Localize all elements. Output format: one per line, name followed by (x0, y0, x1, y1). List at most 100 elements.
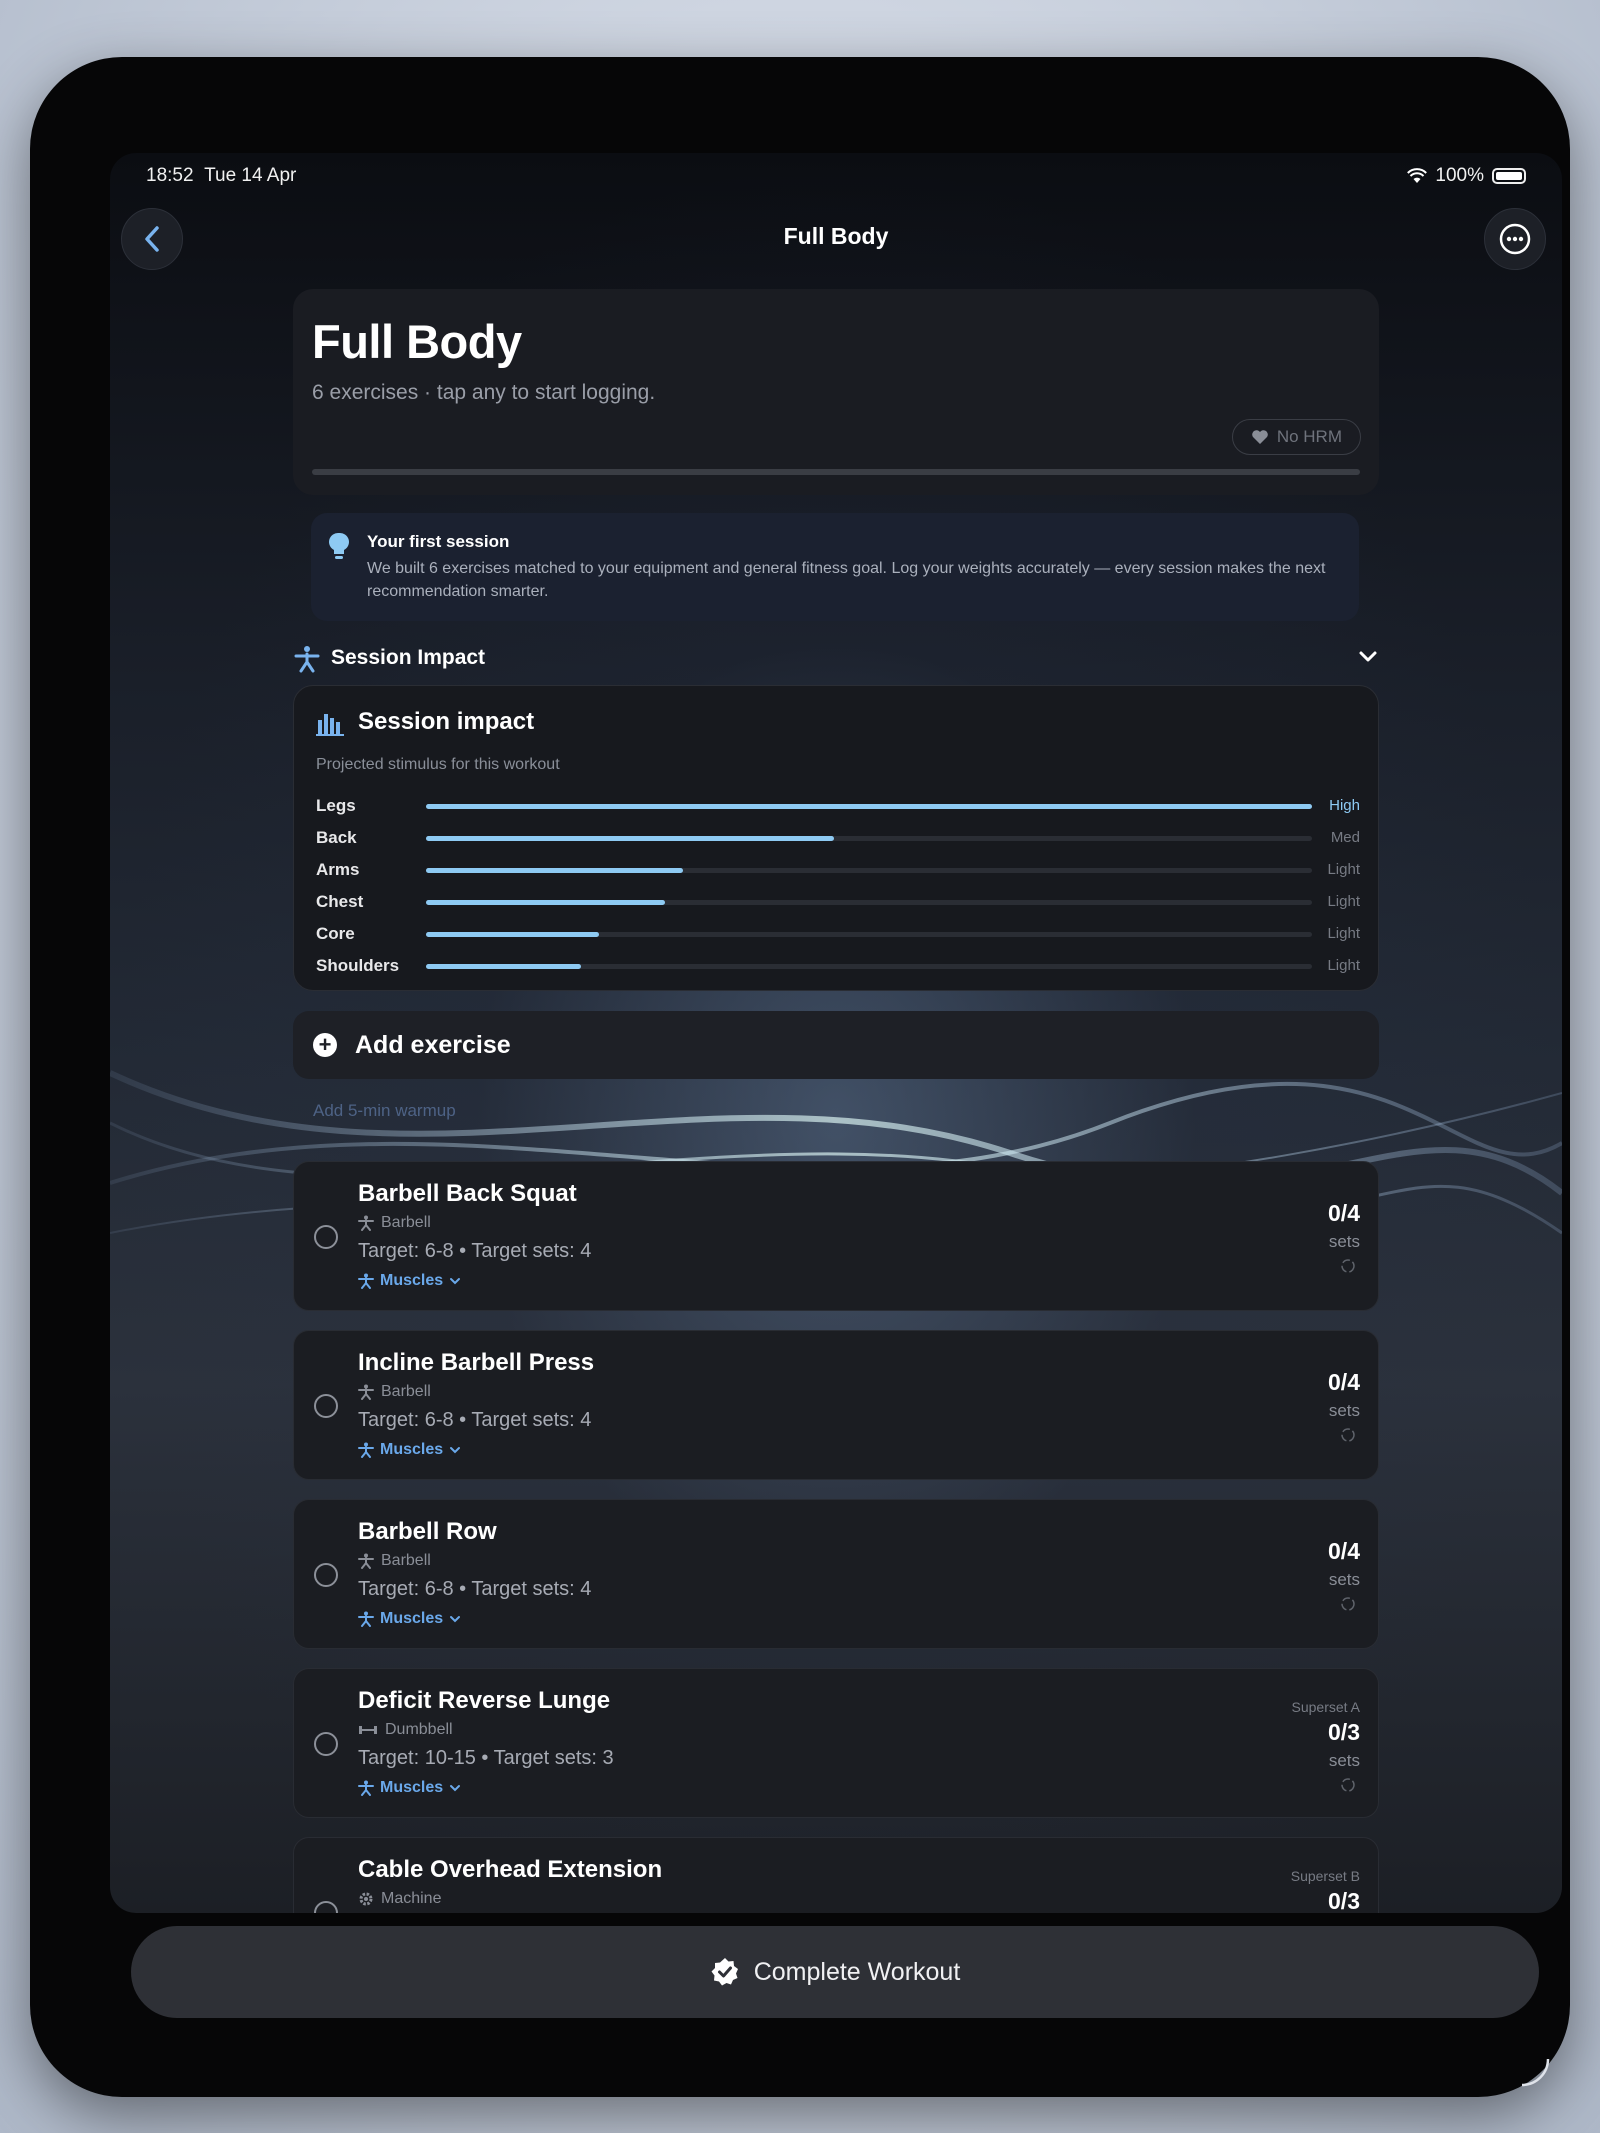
exercise-checkbox[interactable] (314, 1732, 338, 1756)
checkmark-seal-icon (711, 1958, 738, 1986)
chevron-down-icon (450, 1616, 461, 1623)
figure-icon (358, 1442, 374, 1458)
hrm-chip[interactable]: No HRM (1231, 419, 1361, 455)
exercise-card[interactable]: Cable Overhead Extension Machine Superset … (293, 1837, 1379, 1913)
impact-bar (426, 804, 1312, 809)
exercise-target: Target: 6-8 • Target sets: 4 (358, 1409, 592, 1431)
impact-bar (426, 868, 683, 873)
impact-muscle-label: Shoulders (316, 956, 400, 975)
set-count: 0/4 (1328, 1369, 1360, 1395)
figure-icon (358, 1273, 374, 1289)
exercise-checkbox[interactable] (314, 1394, 338, 1418)
add-exercise-button[interactable]: + Add exercise (293, 1011, 1379, 1079)
bar-chart-icon (316, 714, 344, 736)
muscles-toggle[interactable]: Muscles (358, 1441, 461, 1459)
impact-bar (426, 964, 582, 969)
set-count: 0/4 (1328, 1200, 1360, 1226)
session-impact-card: Session impact Projected stimulus for th… (293, 685, 1379, 991)
impact-bar (426, 900, 666, 905)
equipment-label: Machine (381, 1890, 442, 1907)
swap-icon[interactable] (1340, 1258, 1356, 1274)
impact-muscle-label: Arms (316, 860, 360, 879)
lightbulb-icon (329, 532, 349, 559)
impact-row: Back Med (316, 826, 1360, 850)
impact-level: Light (1327, 861, 1360, 878)
swap-icon[interactable] (1340, 1427, 1356, 1443)
wifi-icon (1407, 168, 1428, 183)
battery-percent: 100% (1435, 165, 1484, 186)
battery-icon (1492, 168, 1526, 184)
equipment-label: Barbell (381, 1552, 431, 1569)
swap-icon[interactable] (1340, 1777, 1356, 1793)
muscles-toggle[interactable]: Muscles (358, 1272, 461, 1290)
workout-title: Full Body (312, 315, 522, 368)
equipment-label: Barbell (381, 1214, 431, 1231)
exercise-equipment: Barbell (358, 1383, 431, 1401)
chevron-down-icon (450, 1278, 461, 1285)
figure-icon (294, 646, 320, 673)
muscles-toggle[interactable]: Muscles (358, 1779, 461, 1797)
sets-label: sets (1328, 1751, 1360, 1770)
sets-label: sets (1328, 1232, 1360, 1251)
impact-row: Chest Light (316, 890, 1360, 914)
session-impact-toggle[interactable]: Session Impact (293, 643, 1379, 673)
corner-gesture-icon (1521, 2058, 1550, 2087)
workout-header-card: Full Body 6 exercises · tap any to start… (293, 289, 1379, 495)
exercise-card[interactable]: Deficit Reverse Lunge Dumbbell Target: 10-… (293, 1668, 1379, 1818)
impact-bar (426, 836, 834, 841)
muscles-label: Muscles (380, 1779, 444, 1796)
more-options-button[interactable] (1484, 208, 1546, 270)
impact-bar (426, 932, 599, 937)
superset-label: Superset B (1290, 1868, 1360, 1884)
muscles-toggle[interactable]: Muscles (358, 1610, 461, 1628)
superset-label: Superset A (1291, 1699, 1361, 1715)
exercise-equipment: Machine (358, 1890, 441, 1908)
exercise-card[interactable]: Barbell Row Barbell Target: 6-8 • Target s… (293, 1499, 1379, 1649)
impact-track (426, 900, 1312, 905)
exercise-name: Incline Barbell Press (358, 1349, 595, 1376)
swap-icon[interactable] (1340, 1596, 1356, 1612)
status-date: Tue 14 Apr (204, 165, 297, 186)
impact-level: Med (1330, 829, 1360, 846)
exercise-equipment: Barbell (358, 1552, 431, 1570)
set-count: 0/3 (1328, 1888, 1360, 1913)
gear-icon (359, 1892, 373, 1906)
impact-track (426, 932, 1312, 937)
impact-track (426, 964, 1312, 969)
add-warmup-link[interactable]: Add 5-min warmup (313, 1101, 456, 1121)
impact-row: Legs High (316, 794, 1360, 818)
impact-row: Arms Light (316, 858, 1360, 882)
exercise-checkbox[interactable] (314, 1563, 338, 1587)
equipment-label: Barbell (381, 1383, 431, 1400)
figure-icon (358, 1780, 374, 1796)
impact-row: Shoulders Light (316, 954, 1360, 978)
impact-level: Light (1327, 893, 1360, 910)
impact-muscle-label: Core (316, 924, 355, 943)
exercise-equipment: Dumbbell (358, 1721, 453, 1739)
chevron-down-icon (1359, 651, 1377, 662)
plus-circle-icon: + (313, 1033, 337, 1057)
exercise-name: Deficit Reverse Lunge (358, 1687, 611, 1714)
nav-title: Full Body (783, 223, 889, 249)
ellipsis-circle-icon (1499, 223, 1531, 255)
exercise-card[interactable]: Incline Barbell Press Barbell Target: 6-8 … (293, 1330, 1379, 1480)
muscles-label: Muscles (380, 1272, 444, 1289)
exercise-target: Target: 6-8 • Target sets: 4 (358, 1578, 592, 1600)
tablet-frame: 18:52 Tue 14 Apr 100% Full Body Full Bod… (30, 57, 1570, 2097)
status-time: 18:52 (146, 165, 194, 186)
app-screen: 18:52 Tue 14 Apr 100% Full Body Full Bod… (110, 153, 1562, 1913)
exercise-checkbox[interactable] (314, 1225, 338, 1249)
complete-workout-button[interactable]: Complete Workout (131, 1926, 1539, 2018)
figure-icon (358, 1215, 374, 1231)
exercise-checkbox[interactable] (314, 1901, 338, 1913)
impact-level: High (1329, 797, 1360, 814)
hrm-label: No HRM (1276, 427, 1342, 446)
chevron-down-icon (450, 1785, 461, 1792)
exercise-target: Target: 6-8 • Target sets: 4 (358, 1240, 592, 1262)
add-exercise-label: Add exercise (355, 1031, 511, 1059)
dumbbell-icon (359, 1726, 377, 1734)
impact-track (426, 804, 1312, 809)
exercise-card[interactable]: Barbell Back Squat Barbell Target: 6-8 • T… (293, 1161, 1379, 1311)
muscles-label: Muscles (380, 1610, 444, 1627)
impact-muscle-label: Chest (316, 892, 364, 911)
